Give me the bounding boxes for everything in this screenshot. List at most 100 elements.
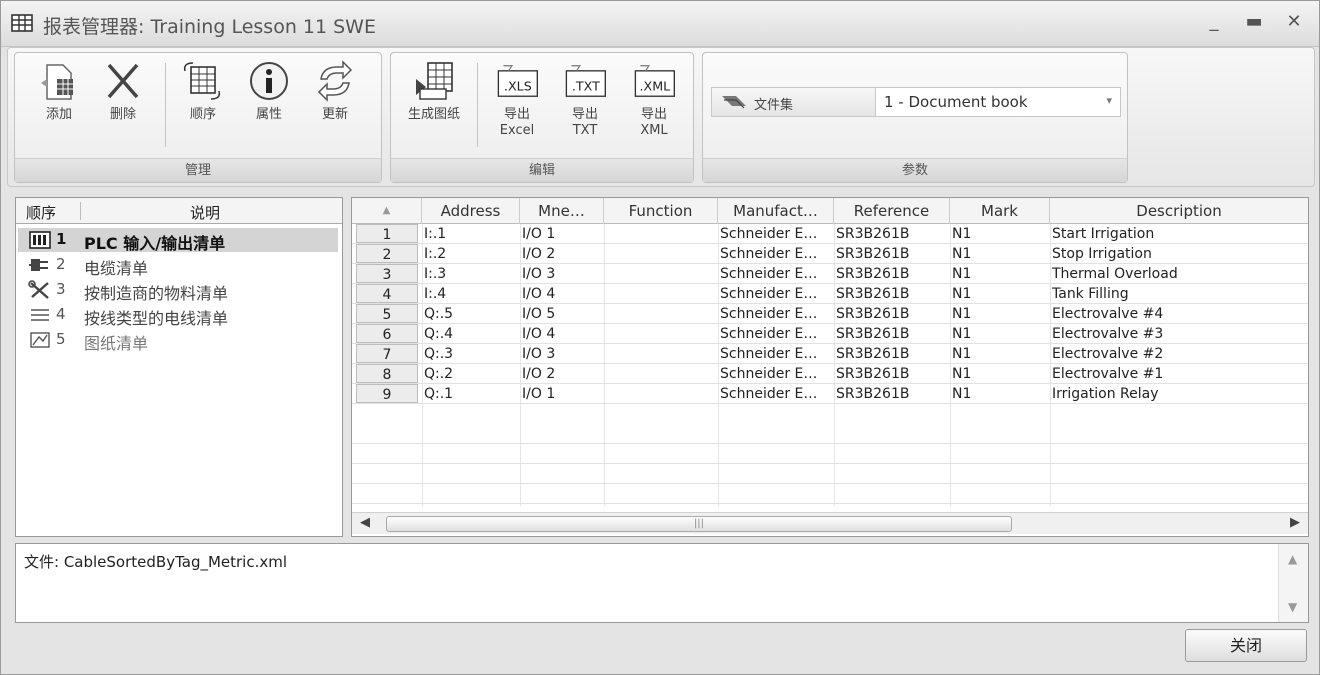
cell-mark: N1 bbox=[952, 346, 972, 362]
file-set-label-box: 文件集 bbox=[712, 88, 876, 116]
plc-icon bbox=[29, 231, 51, 249]
header-description[interactable]: 说明 bbox=[190, 202, 220, 223]
cell-function bbox=[606, 344, 716, 364]
cell-mnemonic: I/O 5 bbox=[522, 306, 556, 322]
export-txt-line1: 导出 bbox=[571, 107, 598, 122]
report-data-grid: ▲ Address Mne… Function Manufact… Refere… bbox=[351, 197, 1309, 537]
file-set-select[interactable]: 1 - Document book ▾ bbox=[876, 88, 1120, 116]
file-set-icon bbox=[722, 96, 746, 109]
scroll-down-icon[interactable]: ▼ bbox=[1288, 600, 1297, 614]
table-row[interactable]: 4 I:.4 I/O 4 Schneider E… SR3B261B N1 Tank Fil… bbox=[352, 284, 1308, 304]
cell-mnemonic: I/O 3 bbox=[522, 266, 556, 282]
report-item-drawing-list[interactable]: 5 图纸清单 bbox=[18, 328, 338, 353]
cell-manufacturer: Schneider E… bbox=[720, 246, 818, 262]
cell-reference: SR3B261B bbox=[836, 306, 910, 322]
report-item-number: 4 bbox=[56, 305, 66, 323]
scroll-thumb[interactable]: ||| bbox=[386, 516, 1012, 532]
table-row[interactable]: 5 Q:.5 I/O 5 Schneider E… SR3B261B N1 Electrov… bbox=[352, 304, 1308, 324]
report-item-number: 3 bbox=[56, 280, 66, 298]
export-txt-line2: TXT bbox=[572, 123, 598, 138]
generate-drawing-button[interactable]: 生成图纸 bbox=[397, 59, 471, 123]
grid-header: ▲ Address Mne… Function Manufact… Refere… bbox=[352, 198, 1308, 224]
cell-address: I:.4 bbox=[424, 286, 447, 302]
ribbon-group-params: 文件集 1 - Document book ▾ 参数 bbox=[702, 52, 1128, 183]
sort-indicator-icon[interactable]: ▲ bbox=[352, 198, 422, 224]
cell-description: Electrovalve #4 bbox=[1052, 306, 1164, 322]
report-item-number: 1 bbox=[56, 230, 67, 248]
chevron-down-icon[interactable]: ▾ bbox=[1106, 94, 1112, 107]
export-xml-line2: XML bbox=[640, 123, 668, 138]
column-header-reference[interactable]: Reference bbox=[834, 198, 950, 224]
column-header-function[interactable]: Function bbox=[604, 198, 718, 224]
column-header-manufacturer[interactable]: Manufact… bbox=[718, 198, 834, 224]
report-item-bom-manufacturer[interactable]: 3 按制造商的物料清单 bbox=[18, 278, 338, 303]
cell-mark: N1 bbox=[952, 366, 972, 382]
report-item-plc-io[interactable]: 1 PLC 输入/输出清单 bbox=[18, 228, 338, 253]
export-excel-icon: .XLS bbox=[497, 65, 538, 97]
cell-function bbox=[606, 364, 716, 384]
column-header-description[interactable]: Description bbox=[1050, 198, 1308, 224]
cell-description: Irrigation Relay bbox=[1052, 386, 1159, 402]
export-excel-button[interactable]: .XLS 导出 Excel bbox=[487, 59, 547, 139]
cell-reference: SR3B261B bbox=[836, 246, 910, 262]
report-list-header: 顺序 说明 bbox=[16, 198, 342, 224]
cell-mark: N1 bbox=[952, 246, 972, 262]
report-item-label: 电缆清单 bbox=[84, 259, 149, 278]
report-item-number: 2 bbox=[56, 255, 66, 273]
order-label: 顺序 bbox=[189, 107, 216, 122]
add-icon bbox=[41, 64, 73, 100]
add-button[interactable]: 添加 bbox=[31, 59, 87, 123]
maximize-button[interactable]: ▬ bbox=[1239, 11, 1269, 37]
close-button[interactable]: 关闭 bbox=[1185, 629, 1307, 662]
table-row[interactable]: 3 I:.3 I/O 3 Schneider E… SR3B261B N1 Thermal … bbox=[352, 264, 1308, 284]
cell-mnemonic: I/O 2 bbox=[522, 246, 556, 262]
scroll-left-icon[interactable]: ◀ bbox=[360, 515, 370, 530]
column-header-address[interactable]: Address bbox=[422, 198, 520, 224]
drawing-list-icon bbox=[30, 332, 50, 348]
refresh-button[interactable]: 更新 bbox=[307, 59, 363, 123]
table-row[interactable]: 1 I:.1 I/O 1 Schneider E… SR3B261B N1 Start Ir… bbox=[352, 224, 1308, 244]
table-row[interactable]: 8 Q:.2 I/O 2 Schneider E… SR3B261B N1 Electrov… bbox=[352, 364, 1308, 384]
cell-address: Q:.1 bbox=[424, 386, 454, 402]
report-item-cables[interactable]: 2 电缆清单 bbox=[18, 253, 338, 278]
order-icon bbox=[183, 62, 221, 100]
cell-mark: N1 bbox=[952, 226, 972, 242]
cell-reference: SR3B261B bbox=[836, 266, 910, 282]
refresh-icon bbox=[317, 60, 353, 102]
cell-description: Electrovalve #1 bbox=[1052, 366, 1164, 382]
export-excel-line1: 导出 bbox=[503, 107, 530, 122]
vertical-scrollbar[interactable]: ▲ ▼ bbox=[1278, 544, 1308, 622]
header-order[interactable]: 顺序 bbox=[26, 202, 56, 223]
column-header-mnemonic[interactable]: Mne… bbox=[520, 198, 604, 224]
scroll-up-icon[interactable]: ▲ bbox=[1288, 552, 1297, 566]
row-number: 6 bbox=[356, 324, 418, 343]
cell-description: Electrovalve #2 bbox=[1052, 346, 1164, 362]
properties-button[interactable]: 属性 bbox=[241, 59, 297, 123]
export-txt-button[interactable]: .TXT 导出 TXT bbox=[555, 59, 615, 139]
table-icon bbox=[11, 14, 33, 32]
cell-address: I:.2 bbox=[424, 246, 447, 262]
cell-mark: N1 bbox=[952, 266, 972, 282]
title-bar[interactable]: 报表管理器: Training Lesson 11 SWE _ ▬ ✕ bbox=[1, 1, 1319, 47]
table-row[interactable]: 2 I:.2 I/O 2 Schneider E… SR3B261B N1 Stop Irr… bbox=[352, 244, 1308, 264]
cell-function bbox=[606, 244, 716, 264]
table-row[interactable]: 9 Q:.1 I/O 1 Schneider E… SR3B261B N1 Irrigati… bbox=[352, 384, 1308, 404]
delete-button[interactable]: 删除 bbox=[95, 59, 151, 123]
cell-mnemonic: I/O 1 bbox=[522, 226, 556, 242]
cell-function bbox=[606, 224, 716, 244]
order-button[interactable]: 顺序 bbox=[175, 59, 231, 123]
report-item-label: 图纸清单 bbox=[84, 334, 149, 353]
report-item-wire-list[interactable]: 4 按线类型的电线清单 bbox=[18, 303, 338, 328]
table-row[interactable]: 7 Q:.3 I/O 3 Schneider E… SR3B261B N1 Electrov… bbox=[352, 344, 1308, 364]
ribbon: 添加 删除 顺序 属性 更新 管理 生成图纸 .XLS 导出 Excel .TX… bbox=[7, 47, 1315, 187]
minimize-button[interactable]: _ bbox=[1199, 11, 1229, 37]
close-window-button[interactable]: ✕ bbox=[1279, 11, 1309, 37]
column-header-mark[interactable]: Mark bbox=[950, 198, 1050, 224]
horizontal-scrollbar[interactable]: ◀ ||| ▶ bbox=[352, 512, 1308, 534]
scroll-right-icon[interactable]: ▶ bbox=[1290, 515, 1300, 530]
report-item-label: 按制造商的物料清单 bbox=[84, 284, 229, 303]
table-row[interactable]: 6 Q:.4 I/O 4 Schneider E… SR3B261B N1 Electrov… bbox=[352, 324, 1308, 344]
export-xml-button[interactable]: .XML 导出 XML bbox=[623, 59, 685, 139]
file-info-text: 文件: CableSortedByTag_Metric.xml bbox=[24, 553, 288, 571]
export-xml-badge: .XML bbox=[639, 78, 670, 93]
